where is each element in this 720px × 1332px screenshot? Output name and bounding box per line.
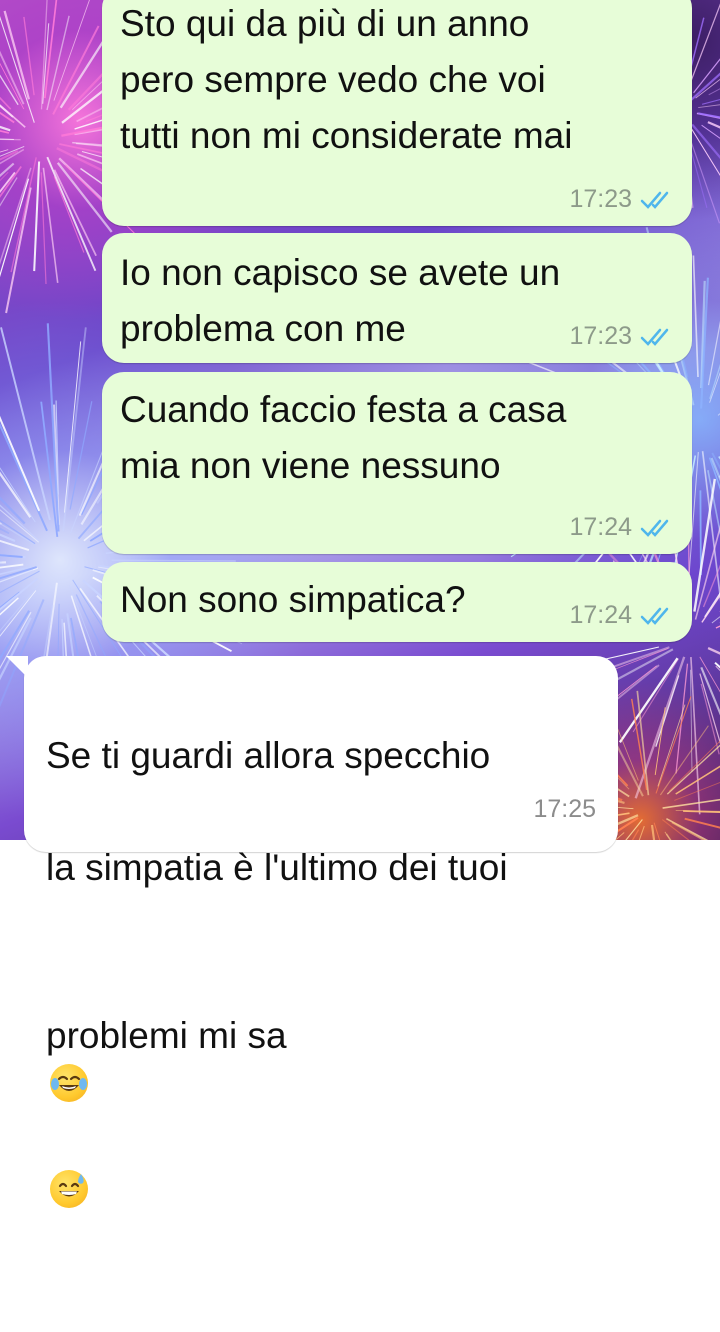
outgoing-message-bubble[interactable]: Non sono simpatica? 17:24 — [102, 562, 692, 642]
message-meta: 17:24 — [569, 601, 674, 630]
message-meta: 17:25 — [533, 795, 596, 824]
incoming-message-bubble[interactable]: Se ti guardi allora specchio la simpatia… — [24, 656, 618, 852]
firework-spark — [700, 674, 720, 750]
grinning-face-with-sweat-emoji — [50, 1170, 88, 1208]
firework-spark — [663, 796, 720, 808]
firework-spark — [690, 0, 720, 84]
firework-spark — [702, 90, 720, 104]
firework-spark — [54, 177, 84, 253]
firework-spark — [47, 16, 69, 110]
face-with-tears-of-joy-emoji — [50, 1064, 88, 1102]
firework-spark — [693, 256, 698, 378]
firework-spark — [692, 125, 720, 175]
firework-spark — [698, 95, 720, 108]
message-time: 17:23 — [569, 322, 632, 351]
firework-spark — [716, 666, 720, 727]
message-time: 17:24 — [569, 513, 632, 542]
message-meta: 17:24 — [569, 513, 674, 542]
firework-spark — [63, 327, 86, 531]
firework-spark — [691, 23, 720, 100]
double-check-read-icon — [640, 189, 674, 211]
firework-spark — [662, 820, 720, 840]
double-check-read-icon — [640, 326, 674, 348]
firework-spark — [694, 479, 714, 612]
firework-spark — [0, 167, 21, 285]
firework-spark — [0, 179, 29, 300]
outgoing-message-bubble[interactable]: Io non capisco se avete un problema con … — [102, 233, 692, 363]
firework-spark — [65, 341, 81, 512]
message-text: Cuando faccio festa a casa mia non viene… — [120, 382, 674, 494]
message-line: problemi mi sa — [46, 1015, 287, 1056]
bubble-tail — [6, 656, 28, 678]
outgoing-message-bubble[interactable]: Sto qui da più di un anno pero sempre ve… — [102, 0, 692, 226]
message-text: Sto qui da più di un anno pero sempre ve… — [120, 0, 674, 164]
double-check-read-icon — [640, 605, 674, 627]
message-time: 17:25 — [533, 795, 596, 824]
message-time: 17:23 — [569, 185, 632, 214]
firework-spark — [54, 170, 96, 256]
firework-spark — [685, 819, 720, 831]
message-text: Se ti guardi allora specchio la simpatia… — [46, 672, 600, 1332]
firework-spark — [615, 826, 644, 840]
message-line: Se ti guardi allora specchio — [46, 728, 600, 784]
message-line: la simpatia è l'ultimo dei tuoi — [46, 840, 600, 896]
message-meta: 17:23 — [569, 185, 674, 214]
firework-spark — [667, 729, 720, 795]
firework-spark — [656, 696, 691, 793]
message-time: 17:24 — [569, 601, 632, 630]
firework-spark — [658, 705, 685, 787]
firework-spark — [1, 327, 50, 520]
firework-spark — [701, 684, 719, 754]
outgoing-message-bubble[interactable]: Cuando faccio festa a casa mia non viene… — [102, 372, 692, 554]
firework-spark — [701, 667, 720, 737]
firework-spark — [112, 560, 236, 561]
firework-spark — [655, 707, 665, 775]
firework-spark — [0, 138, 21, 140]
double-check-read-icon — [640, 517, 674, 539]
firework-spark — [34, 162, 39, 272]
message-line-with-emoji: problemi mi sa — [46, 952, 600, 1276]
message-meta: 17:23 — [569, 322, 674, 351]
firework-spark — [0, 172, 8, 228]
